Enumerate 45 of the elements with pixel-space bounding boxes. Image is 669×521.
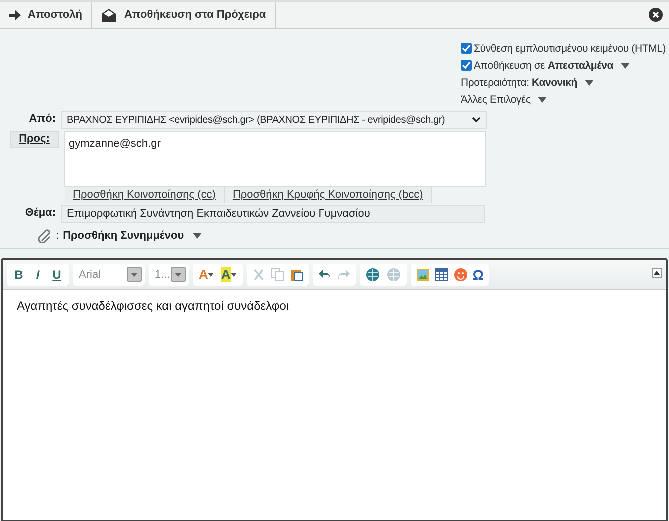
add-recipient-link[interactable]: Προσθήκη Κοινοποίησης (cc)	[65, 187, 225, 203]
more-options-link[interactable]: Άλλες Επιλογές	[461, 94, 531, 106]
add-recipient-link[interactable]: Προσθήκη Κρυφής Κοινοποίησης (bcc)	[224, 187, 432, 203]
caret-icon	[538, 96, 547, 102]
close-icon[interactable]	[649, 8, 663, 22]
message-body[interactable]: Αγαπητές συναδέλφισσες και αγαπητοί συνάδελφοι	[3, 290, 666, 520]
priority-label[interactable]: Προτεραιότητα: Κανονική	[461, 76, 578, 88]
caret-icon	[584, 80, 594, 86]
option-label: Αποθήκευση σε Απεσταλμένα	[474, 60, 614, 72]
globe-link-icon[interactable]	[364, 268, 381, 282]
subject-label: Θέμα:	[24, 206, 57, 221]
separator-text: :	[56, 230, 60, 242]
to-field[interactable]: gymzanne@sch.gr	[64, 131, 486, 187]
envelope-icon	[101, 8, 118, 22]
to-button[interactable]: Προς:	[10, 131, 59, 148]
collapse-icon	[652, 268, 662, 278]
option-label: Σύνθεση εμπλουτισμένου κειμένου (HTML)	[474, 42, 666, 54]
add-attachment-link[interactable]: Προσθήκη Συνημμένου	[63, 230, 184, 242]
caret-icon	[131, 272, 138, 276]
smiley-icon[interactable]	[454, 268, 468, 282]
caret-icon	[620, 62, 630, 68]
italic-button[interactable]: I	[31, 268, 45, 282]
underline-button[interactable]: U	[50, 268, 64, 282]
chevron-icon	[472, 117, 481, 123]
caret-icon	[208, 272, 214, 276]
save-draft-button[interactable]: Αποθήκευση στα Πρόχειρα	[92, 2, 276, 28]
image-icon[interactable]	[416, 268, 430, 282]
caret-icon	[175, 272, 182, 276]
paperclip-icon	[38, 229, 52, 243]
subject-field[interactable]: Επιμορφωτική Συνάντηση Εκπαιδευτικών Ζαννείου Γυμνασίου	[61, 205, 485, 223]
from-select[interactable]: ΒΡΑΧΝΟΣ ΕΥΡΙΠΙΔΗΣ <evripides@sch.gr> (ΒΡΑΧΝΟΣ ΕΥΡΙΠΙΔΗΣ - evripides@sch.gr)	[61, 111, 487, 129]
caret-icon	[230, 272, 237, 276]
table-icon[interactable]	[434, 268, 449, 282]
arrow-icon	[9, 10, 21, 20]
paste-icon[interactable]	[290, 268, 304, 282]
undo-icon[interactable]	[318, 268, 332, 282]
font-select[interactable]: Arial	[73, 264, 145, 286]
size-select[interactable]: 1...	[149, 264, 189, 286]
checkbox[interactable]	[461, 60, 472, 71]
send-button[interactable]: Αποστολή	[0, 2, 92, 28]
from-label: Από:	[28, 112, 57, 127]
bold-button[interactable]: B	[12, 268, 26, 282]
checkbox[interactable]	[461, 43, 472, 54]
caret-icon	[193, 233, 202, 239]
special-character-button[interactable]: Ω	[472, 266, 484, 282]
